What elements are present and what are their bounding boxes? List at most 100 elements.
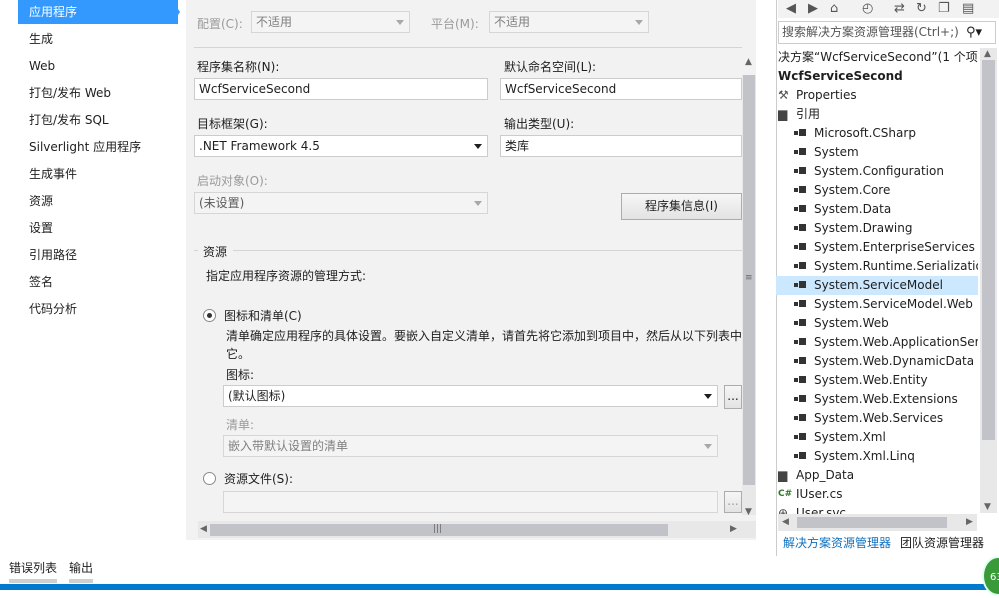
scroll-right-icon[interactable]: ▶ xyxy=(966,518,973,527)
app-data-node[interactable]: ▆ App_Data xyxy=(778,466,978,485)
reference-item[interactable]: System.Xml.Linq xyxy=(776,447,978,466)
resource-file-radio[interactable] xyxy=(203,472,216,485)
reference-icon xyxy=(794,433,808,442)
history-icon[interactable]: ◴ xyxy=(862,1,873,17)
scroll-up-icon[interactable]: ▲ xyxy=(984,50,991,59)
reference-item[interactable]: System.Runtime.Serialization xyxy=(776,257,978,276)
sync-icon[interactable]: ⇄ xyxy=(894,1,905,17)
startup-object-label: 启动对象(O): xyxy=(197,174,268,188)
reference-item[interactable]: System.Xml xyxy=(776,428,978,447)
configuration-dropdown[interactable]: 不适用 xyxy=(251,11,410,33)
resources-description: 指定应用程序资源的管理方式: xyxy=(206,269,367,283)
reference-icon xyxy=(794,205,808,214)
refresh-icon[interactable]: ↻ xyxy=(916,1,927,17)
copy-icon[interactable]: ❐ xyxy=(938,1,950,17)
solution-search-input[interactable]: 搜索解决方案资源管理器(Ctrl+;) xyxy=(778,21,996,44)
scroll-up-icon[interactable]: ▲ xyxy=(745,58,752,67)
reference-item[interactable]: System.Web xyxy=(776,314,978,333)
scroll-left-icon[interactable]: ◀ xyxy=(200,525,207,534)
reference-item[interactable]: System.Web.DynamicData xyxy=(776,352,978,371)
nav-item-code-analysis[interactable]: 代码分析 xyxy=(18,297,178,321)
scroll-down-icon[interactable]: ▼ xyxy=(984,503,991,512)
group-border-left xyxy=(194,250,198,251)
reference-label: System.Web.DynamicData xyxy=(814,354,975,368)
properties-node[interactable]: ⚒ Properties xyxy=(778,86,978,105)
reference-item[interactable]: System.Web.Services xyxy=(776,409,978,428)
nav-item-settings[interactable]: 设置 xyxy=(18,216,178,240)
manifest-dropdown[interactable]: 嵌入带默认设置的清单 xyxy=(223,435,718,457)
reference-item[interactable]: System.ServiceModel.Web xyxy=(776,295,978,314)
search-icon[interactable]: ⚲▾ xyxy=(966,22,996,43)
solution-node[interactable]: 决方案“WcfServiceSecond”(1 个项 xyxy=(778,48,978,67)
tab-error-list-indicator xyxy=(9,579,57,583)
iuser-file-label: IUser.cs xyxy=(796,487,843,501)
reference-item[interactable]: System.Web.Extensions xyxy=(776,390,978,409)
iuser-file-node[interactable]: C# IUser.cs xyxy=(778,485,978,504)
folder-icon: ▆ xyxy=(778,468,788,482)
back-icon[interactable]: ◀ xyxy=(786,1,796,17)
reference-item[interactable]: System xyxy=(776,143,978,162)
chevron-down-icon xyxy=(396,20,404,25)
icon-dropdown[interactable]: (默认图标) xyxy=(223,385,718,407)
resource-file-input[interactable] xyxy=(223,491,718,513)
nav-item-build-events[interactable]: 生成事件 xyxy=(18,162,178,186)
output-type-value: 类库 xyxy=(505,139,530,153)
scroll-down-icon[interactable]: ▼ xyxy=(745,508,752,517)
forward-icon[interactable]: ▶ xyxy=(808,1,818,17)
reference-label: System.ServiceModel.Web xyxy=(814,297,973,311)
nav-item-signing[interactable]: 签名 xyxy=(18,270,178,294)
icon-manifest-description: 清单确定应用程序的具体设置。要嵌入自定义清单，请首先将它添加到项目中，然后从以下… xyxy=(226,329,742,343)
nav-item-package-publish-sql[interactable]: 打包/发布 SQL xyxy=(18,108,178,132)
user-svc-label: User.svc xyxy=(796,506,847,514)
notification-badge[interactable]: 63 xyxy=(982,556,999,596)
solution-horizontal-scroll-thumb[interactable] xyxy=(797,517,947,528)
reference-item[interactable]: System.Data xyxy=(776,200,978,219)
bottom-tool-tabs: 错误列表 输出 xyxy=(0,558,776,583)
target-framework-dropdown[interactable]: .NET Framework 4.5 xyxy=(194,135,488,157)
reference-item-selected[interactable]: System.ServiceModel xyxy=(776,276,978,295)
reference-item[interactable]: System.Configuration xyxy=(776,162,978,181)
assembly-name-input[interactable]: WcfServiceSecond xyxy=(194,78,488,100)
platform-label: 平台(M): xyxy=(431,17,479,31)
show-all-files-icon[interactable]: ▤ xyxy=(962,1,974,17)
nav-item-build[interactable]: 生成 xyxy=(18,27,178,51)
resource-file-browse-button[interactable]: ... xyxy=(724,491,742,513)
icon-manifest-option-label: 图标和清单(C) xyxy=(224,309,302,323)
tab-team-explorer[interactable]: 团队资源管理器 xyxy=(900,533,984,553)
nav-item-silverlight[interactable]: Silverlight 应用程序 xyxy=(18,135,178,159)
nav-item-package-publish-web[interactable]: 打包/发布 Web xyxy=(18,81,178,105)
tab-solution-explorer[interactable]: 解决方案资源管理器 xyxy=(783,533,891,553)
reference-label: System.Data xyxy=(814,202,892,216)
platform-dropdown[interactable]: 不适用 xyxy=(489,11,649,33)
output-type-dropdown[interactable]: 类库 xyxy=(500,135,742,157)
reference-icon xyxy=(794,319,808,328)
reference-item[interactable]: System.Web.Entity xyxy=(776,371,978,390)
reference-label: System.Web.Extensions xyxy=(814,392,958,406)
reference-item[interactable]: System.Web.ApplicationServ xyxy=(776,333,978,352)
user-svc-node[interactable]: ⊕ User.svc xyxy=(778,504,978,514)
solution-vertical-scroll-thumb[interactable] xyxy=(982,60,995,440)
status-bar xyxy=(0,584,999,590)
scroll-right-icon[interactable]: ▶ xyxy=(730,525,737,534)
reference-item[interactable]: System.EnterpriseServices xyxy=(776,238,978,257)
references-node[interactable]: ▆ 引用 xyxy=(778,105,978,124)
assembly-info-button[interactable]: 程序集信息(I) xyxy=(621,193,742,220)
resources-group-title: 资源 xyxy=(203,245,228,259)
default-namespace-input[interactable]: WcfServiceSecond xyxy=(500,78,742,100)
icon-value: (默认图标) xyxy=(228,389,286,403)
icon-browse-button[interactable]: ... xyxy=(724,385,742,409)
startup-object-dropdown[interactable]: (未设置) xyxy=(194,192,488,214)
nav-item-resources[interactable]: 资源 xyxy=(18,189,178,213)
reference-item[interactable]: System.Drawing xyxy=(776,219,978,238)
home-icon[interactable]: ⌂ xyxy=(830,1,838,17)
reference-item[interactable]: Microsoft.CSharp xyxy=(776,124,978,143)
project-node[interactable]: WcfServiceSecond xyxy=(778,67,903,86)
divider xyxy=(194,47,742,48)
nav-item-reference-paths[interactable]: 引用路径 xyxy=(18,243,178,267)
nav-item-web[interactable]: Web xyxy=(18,54,178,78)
configuration-label: 配置(C): xyxy=(197,17,243,31)
nav-item-application[interactable]: 应用程序 xyxy=(18,0,178,24)
scroll-left-icon[interactable]: ◀ xyxy=(782,518,789,527)
reference-item[interactable]: System.Core xyxy=(776,181,978,200)
icon-manifest-radio[interactable] xyxy=(203,309,216,322)
